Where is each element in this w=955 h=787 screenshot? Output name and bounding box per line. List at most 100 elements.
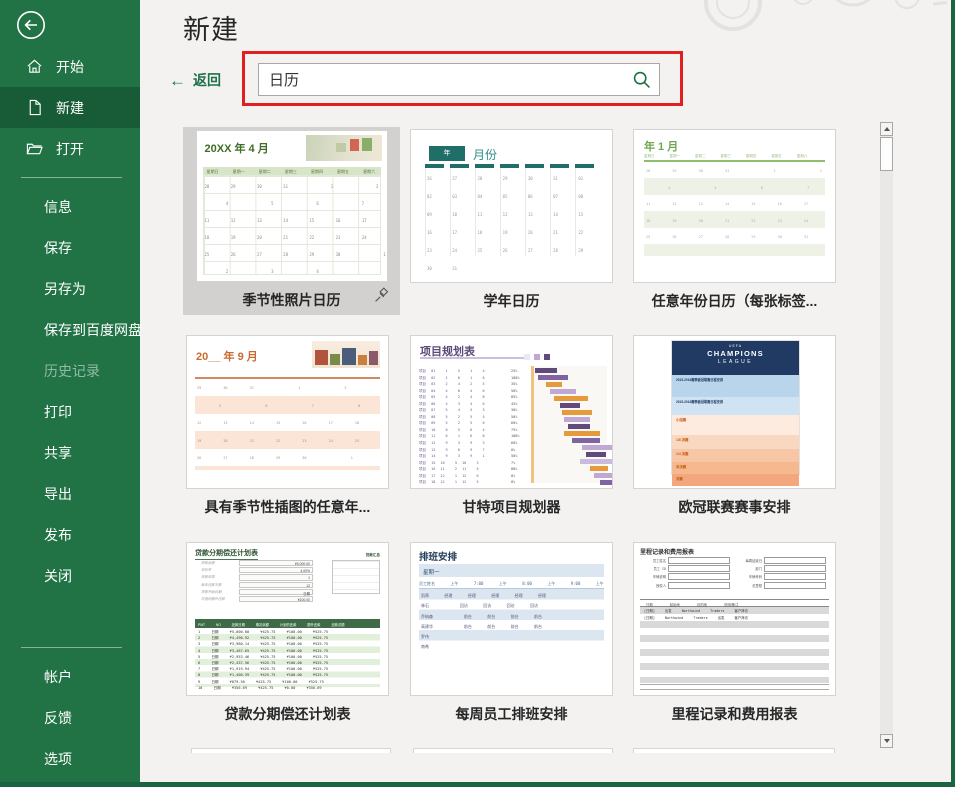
gantt-chart (531, 366, 607, 483)
new-document-icon (26, 99, 43, 116)
template-tile-weekly-shift-schedule[interactable]: 排班安排 星期一 员工姓名 上午 7:00 上午 8:00 上午 9:00 上午… (410, 542, 613, 724)
sidebar-item-account[interactable]: 帐户 (0, 656, 140, 697)
down-arrow-icon (884, 739, 890, 743)
scrollbar-up-button[interactable] (880, 122, 893, 136)
template-tile-any-year-calendar[interactable]: 年 1 月 星期日 星期一 星期二 星期三 星期四 星期五 星期六 28 29 … (633, 129, 836, 311)
sidebar-item-label: 历史记录 (44, 361, 100, 381)
back-link-label: 返回 (193, 70, 221, 90)
sidebar-item-label: 选项 (44, 749, 72, 769)
day-band: 星期一 (419, 564, 604, 577)
back-link[interactable]: ← 返回 (169, 70, 221, 90)
sidebar-item-share[interactable]: 共享 (0, 432, 140, 473)
table-footer (640, 684, 829, 690)
thumb-title: 20__ 年 9 月 (196, 348, 258, 364)
thumb-month-label: 月份 (473, 146, 497, 163)
sidebar-item-label: 帐户 (44, 667, 72, 687)
sidebar-item-save-as[interactable]: 另存为 (0, 268, 140, 309)
calendar-dates: 28 29 30 31 1 2 3 4 5 6 7 8 9 10 11 12 1… (646, 163, 836, 246)
template-thumbnail: 20XX 年 4 月 星期日 星期一 星期二 星期三 星期四 星期五 星期六 2… (196, 130, 388, 282)
template-thumbnail: 里程记录和费用报表 员工姓名 员工 ID 车辆说明 授权人 每周结束日 部门 车… (633, 542, 836, 696)
thumb-illustration (312, 341, 380, 368)
template-tile-loan-amortization[interactable]: 贷款分期偿还计划表 贷款金额 年利率 贷款年限 每年还款次数 贷款开始日期 可选… (186, 542, 389, 724)
sidebar-item-home[interactable]: 开始 (0, 46, 140, 87)
sidebar-item-close[interactable]: 关闭 (0, 555, 140, 596)
sidebar-item-label: 新建 (56, 98, 84, 118)
section-header: 2015-2016赛季欧冠联赛日程安排 (672, 375, 799, 382)
poster-sheet: UEFA CHAMPIONS LEAGUE 2015-2016赛季欧冠联赛日程安… (672, 341, 799, 474)
sidebar-item-feedback[interactable]: 反馈 (0, 697, 140, 738)
up-arrow-icon (884, 127, 890, 131)
template-thumbnail: UEFA CHAMPIONS LEAGUE 2015-2016赛季欧冠联赛日程安… (633, 335, 836, 489)
weekday-header: 星期日 星期一 星期二 星期三 星期四 星期五 星期六 (203, 167, 381, 175)
table-header: 日期 起始地 目的地 说明/备注 (640, 599, 829, 607)
legend-swatches (524, 354, 604, 360)
sidebar-item-options[interactable]: 选项 (0, 738, 140, 779)
sidebar-item-publish[interactable]: 发布 (0, 514, 140, 555)
template-thumbnail: 排班安排 星期一 员工姓名 上午 7:00 上午 8:00 上午 9:00 上午… (410, 542, 613, 696)
template-tile-gantt-project-planner[interactable]: 项目规划表 项目 01 1 5 1 4 项目 02 1 6 1 6 项目 03 … (410, 335, 613, 517)
scrollbar-thumb[interactable] (880, 137, 893, 171)
sidebar-item-label: 打开 (56, 139, 84, 159)
sidebar-item-new[interactable]: 新建 (0, 87, 140, 128)
template-tile-mileage-expense-report[interactable]: 里程记录和费用报表 员工姓名 员工 ID 车辆说明 授权人 每周结束日 部门 车… (633, 542, 836, 724)
table-header: 员工姓名 上午 7:00 上午 8:00 上午 9:00 上午 10:00 上午… (419, 581, 613, 587)
sidebar-item-save-to-baidu[interactable]: 保存到百度网盘 (0, 309, 140, 350)
pin-icon[interactable] (373, 287, 390, 304)
thumb-title: 里程记录和费用报表 (640, 547, 694, 556)
sidebar-item-history: 历史记录 (0, 350, 140, 391)
template-thumbnail: 年 月份 26 27 28 29 30 31 01 02 03 04 05 06… (410, 129, 613, 283)
window-border-right (951, 0, 955, 787)
percent-column: 25% 100% 35% 50% 85% 45% 30% 50% 60% 75%… (511, 368, 519, 486)
summary-label: 贷款汇总 (366, 553, 380, 558)
template-tile-seasonal-illustration-calendar[interactable]: 20__ 年 9 月 29 30 31 1 2 3 4 5 6 7 8 9 10… (186, 335, 389, 517)
scrollbar-down-button[interactable] (880, 734, 893, 748)
sidebar-item-print[interactable]: 打印 (0, 391, 140, 432)
stage-label: 半决赛 (672, 462, 799, 469)
thumb-year-box: 年 (429, 146, 465, 161)
thumb-title: 贷款分期偿还计划表 (195, 548, 258, 560)
thumb-title: 20XX 年 4 月 (205, 140, 269, 156)
template-thumbnail: 20__ 年 9 月 29 30 31 1 2 3 4 5 6 7 8 9 10… (186, 335, 389, 489)
template-tile-school-year-calendar[interactable]: 年 月份 26 27 28 29 30 31 01 02 03 04 05 06… (410, 129, 613, 311)
uefa-badge-text: UEFA (672, 344, 799, 348)
sidebar-item-open[interactable]: 打开 (0, 128, 140, 169)
excel-backstage-new-page: { "colors":{"sidebar_green":"#217346","s… (0, 0, 955, 787)
form-boxes-left (668, 557, 730, 590)
template-title: 具有季节性插图的任意年... (186, 497, 389, 517)
sidebar-item-label: 反馈 (44, 708, 72, 728)
template-thumbnail: 项目规划表 项目 01 1 5 1 4 项目 02 1 6 1 6 项目 03 … (410, 335, 613, 489)
league-header: UEFA CHAMPIONS LEAGUE (672, 341, 799, 375)
template-tile-champions-league-schedule[interactable]: UEFA CHAMPIONS LEAGUE 2015-2016赛季欧冠联赛日程安… (633, 335, 836, 517)
template-title: 欧冠联赛赛事安排 (633, 497, 836, 517)
section-header: 2015-2016赛季欧冠联赛日程安排 (672, 397, 799, 404)
backstage-sidebar: 开始 新建 打开 信息 保存 另存为 保存到百度网盘 历史记录 打印 共享 导出… (0, 0, 140, 787)
annotation-box (242, 51, 683, 106)
sidebar-item-label: 开始 (56, 57, 84, 77)
template-title: 任意年份日历（每张标签... (633, 291, 836, 311)
open-folder-icon (26, 140, 43, 157)
form-boxes-right (764, 557, 826, 590)
decorative-circles (695, 0, 947, 44)
back-circle-button[interactable] (16, 10, 46, 40)
next-row-thumbnail-partial (633, 748, 835, 753)
table-rows: 凯蒂 经理 经理 经理 经理 经理 林石 回访 回访 回访 回访 乔纳森 前台 … (421, 591, 546, 653)
next-row-thumbnail-partial (413, 748, 613, 753)
stage-label: 1/4 决赛 (672, 449, 799, 456)
template-title: 里程记录和费用报表 (633, 704, 836, 724)
sidebar-item-info[interactable]: 信息 (0, 186, 140, 227)
thumb-title: 年 1 月 (644, 138, 678, 154)
sidebar-item-label: 保存到百度网盘 (44, 320, 142, 340)
sidebar-divider (21, 647, 122, 648)
sidebar-item-label: 信息 (44, 197, 72, 217)
template-tile-seasonal-photo-calendar[interactable]: 20XX 年 4 月 星期日 星期一 星期二 星期三 星期四 星期五 星期六 2… (183, 127, 400, 315)
sidebar-item-label: 共享 (44, 443, 72, 463)
template-thumbnail: 贷款分期偿还计划表 贷款金额 年利率 贷款年限 每年还款次数 贷款开始日期 可选… (186, 542, 389, 696)
thumb-photo (306, 135, 382, 161)
scrollbar-track[interactable] (880, 122, 893, 748)
table-rows: [日期] 出发 Northwind Traders 客户拜访 [日期] Nort… (644, 608, 748, 622)
form-labels-left: 员工姓名 员工 ID 车辆说明 授权人 (642, 557, 666, 590)
league-text: LEAGUE (672, 359, 799, 365)
sidebar-item-save[interactable]: 保存 (0, 227, 140, 268)
window-border-bottom (0, 782, 955, 787)
sidebar-item-export[interactable]: 导出 (0, 473, 140, 514)
